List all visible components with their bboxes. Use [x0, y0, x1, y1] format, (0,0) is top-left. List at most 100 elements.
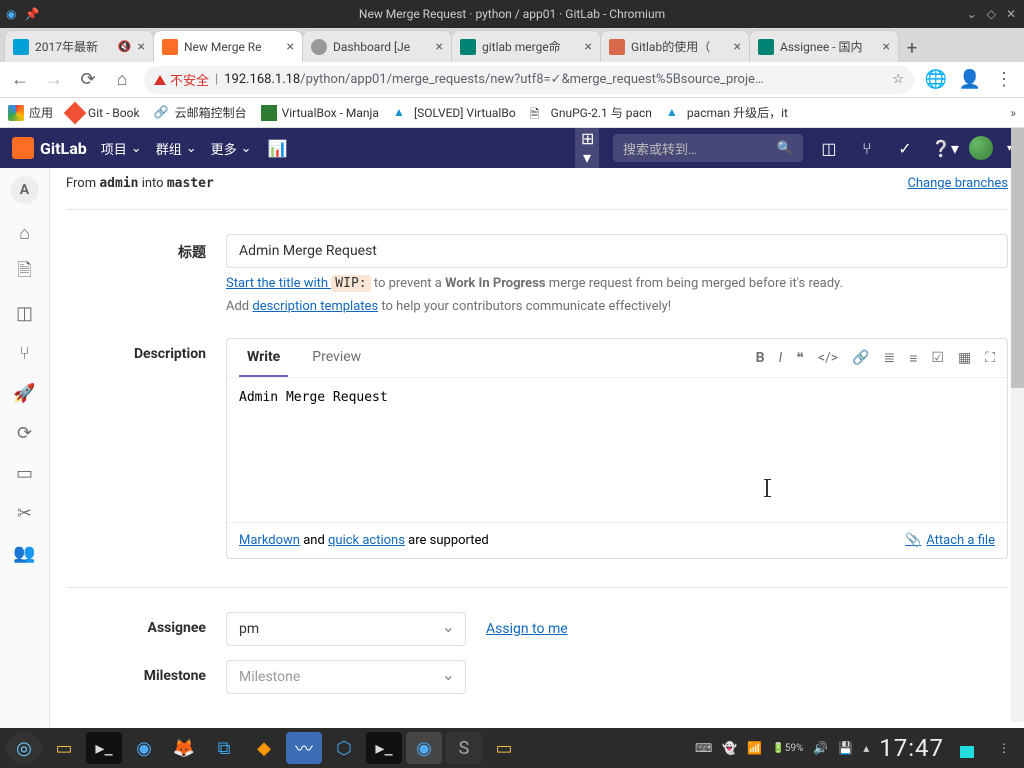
forward-button[interactable]: →: [42, 69, 66, 90]
mute-icon[interactable]: 🔇: [118, 40, 132, 53]
header-menu-more[interactable]: 更多 ⌄: [211, 139, 252, 158]
bookmarks-overflow-icon[interactable]: »: [1010, 106, 1016, 120]
terminal-icon-1[interactable]: ▸_: [86, 732, 122, 764]
issues-icon[interactable]: ◫: [817, 139, 841, 158]
bookmark-mail-console[interactable]: 🔗云邮箱控制台: [154, 104, 247, 121]
home-button[interactable]: ⌂: [110, 69, 134, 90]
close-tab-icon[interactable]: ×: [436, 39, 443, 55]
keyboard-icon[interactable]: ⌨: [695, 741, 712, 755]
markdown-link[interactable]: Markdown: [239, 533, 300, 548]
window-close-icon[interactable]: ✕: [1006, 7, 1016, 21]
sidebar-repository-icon[interactable]: 🗎: [14, 262, 36, 284]
disk-icon[interactable]: 💾: [838, 741, 853, 755]
tray-arrow-icon[interactable]: ▴: [863, 741, 869, 755]
milestone-select[interactable]: Milestone: [226, 660, 466, 694]
sidebar-ci-icon[interactable]: 🚀: [14, 382, 36, 404]
battery-icon[interactable]: 🔋59%: [772, 743, 803, 754]
wifi-icon[interactable]: 📶: [747, 741, 762, 755]
page-scrollbar[interactable]: [1011, 128, 1024, 722]
firefox-icon[interactable]: 🦊: [166, 732, 202, 764]
table-icon[interactable]: ▦: [958, 350, 971, 366]
sidebar-issues-icon[interactable]: ◫: [14, 302, 36, 324]
globe-icon[interactable]: 🌐: [924, 69, 948, 90]
sublime-icon[interactable]: ◆: [246, 732, 282, 764]
browser-tab-1[interactable]: New Merge Re ×: [153, 30, 303, 62]
assign-to-me-link[interactable]: Assign to me: [486, 621, 568, 637]
help-icon[interactable]: ❔▾: [931, 139, 955, 158]
write-tab[interactable]: Write: [239, 339, 288, 377]
description-templates-link[interactable]: description templates: [252, 299, 378, 314]
bold-icon[interactable]: B: [756, 350, 765, 366]
bookmark-apps[interactable]: 应用: [8, 104, 53, 121]
browser-tab-5[interactable]: Assignee - 国内 ×: [749, 30, 899, 62]
chromium-running-icon[interactable]: ◉: [406, 732, 442, 764]
bullet-list-icon[interactable]: ≣: [883, 350, 895, 366]
new-tab-button[interactable]: +: [898, 34, 926, 62]
volume-icon[interactable]: 🔊: [813, 741, 828, 755]
wip-prefix-link[interactable]: Start the title with: [226, 276, 331, 291]
bookmark-gnupg[interactable]: 🗎GnuPG-2.1 与 pacn: [530, 104, 652, 121]
window-minimize-icon[interactable]: ⌄: [967, 7, 977, 21]
clock[interactable]: 17:47: [879, 734, 944, 762]
change-branches-link[interactable]: Change branches: [907, 176, 1008, 191]
close-tab-icon[interactable]: ×: [585, 39, 592, 55]
sidebar-home-icon[interactable]: ⌂: [14, 222, 36, 244]
sidebar-wiki-icon[interactable]: ▭: [14, 462, 36, 484]
sublime-running-icon[interactable]: S: [446, 732, 482, 764]
sidebar-operations-icon[interactable]: ⟳: [14, 422, 36, 444]
chromium-taskbar-icon[interactable]: ◉: [126, 732, 162, 764]
header-menu-groups[interactable]: 群组 ⌄: [156, 139, 197, 158]
browser-tab-3[interactable]: gitlab merge命 ×: [451, 30, 601, 62]
gitlab-search-input[interactable]: 搜索或转到… 🔍: [613, 134, 803, 162]
files-icon[interactable]: ▭: [46, 732, 82, 764]
italic-icon[interactable]: I: [779, 350, 783, 366]
vscode-icon[interactable]: ⧉: [206, 732, 242, 764]
plus-dropdown-icon[interactable]: ⊞ ▾: [575, 125, 599, 171]
reload-button[interactable]: ⟳: [76, 69, 100, 90]
bookmark-git-book[interactable]: Git - Book: [67, 105, 140, 121]
todos-icon[interactable]: ✓: [893, 139, 917, 158]
quote-icon[interactable]: ❝: [796, 350, 804, 366]
url-input[interactable]: 不安全 | 192.168.1.18/python/app01/merge_re…: [144, 66, 914, 94]
sidebar-members-icon[interactable]: 👥: [14, 542, 36, 564]
description-textarea[interactable]: [227, 378, 1007, 518]
kebab-menu-icon[interactable]: ⋮: [992, 69, 1016, 90]
project-avatar[interactable]: A: [11, 176, 39, 204]
sidebar-snippets-icon[interactable]: ✂: [14, 502, 36, 524]
hexagon-app-icon[interactable]: ⬡: [326, 732, 362, 764]
close-tab-icon[interactable]: ×: [883, 39, 890, 55]
files-running-icon[interactable]: ▭: [486, 732, 522, 764]
monitor-icon[interactable]: 〰: [286, 732, 322, 764]
numbered-list-icon[interactable]: ≡: [909, 350, 917, 367]
attach-file-link[interactable]: 📎 Attach a file: [905, 533, 995, 548]
terminal-icon-2[interactable]: ▸_: [366, 732, 402, 764]
profile-icon[interactable]: 👤: [958, 69, 982, 90]
user-avatar[interactable]: [969, 136, 993, 160]
bookmark-pacman[interactable]: ▲pacman 升级后，it: [666, 104, 788, 121]
bookmark-solved-vb[interactable]: ▲[SOLVED] VirtualBo: [393, 105, 516, 121]
activity-icon[interactable]: 📊: [266, 139, 290, 158]
close-tab-icon[interactable]: ×: [138, 39, 145, 55]
fullscreen-icon[interactable]: ⛶: [985, 350, 995, 366]
browser-tab-4[interactable]: Gitlab的使用（ ×: [600, 30, 750, 62]
gitlab-logo[interactable]: GitLab: [12, 137, 87, 159]
header-menu-projects[interactable]: 项目 ⌄: [101, 139, 142, 158]
back-button[interactable]: ←: [8, 69, 32, 90]
star-bookmark-icon[interactable]: ☆: [892, 72, 904, 87]
browser-tab-2[interactable]: Dashboard [Je ×: [302, 30, 452, 62]
preview-tab[interactable]: Preview: [304, 339, 369, 377]
close-tab-icon[interactable]: ×: [734, 39, 741, 55]
link-icon[interactable]: 🔗: [852, 350, 869, 366]
quick-actions-link[interactable]: quick actions: [328, 533, 405, 548]
pin-icon[interactable]: 📌: [24, 7, 39, 21]
merge-requests-icon[interactable]: ⑂: [855, 139, 879, 158]
sidebar-merge-requests-icon[interactable]: ⑂: [14, 342, 36, 364]
assignee-select[interactable]: pm: [226, 612, 466, 646]
menu-dots-icon[interactable]: ⋮: [998, 741, 1010, 755]
scrollbar-thumb[interactable]: [1011, 128, 1024, 388]
title-input[interactable]: [226, 234, 1008, 268]
bookmark-virtualbox[interactable]: VirtualBox - Manja: [261, 105, 379, 121]
close-tab-icon[interactable]: ×: [287, 39, 294, 55]
browser-tab-0[interactable]: 2017年最新 🔇 ×: [4, 30, 154, 62]
window-maximize-icon[interactable]: ◇: [987, 7, 996, 21]
